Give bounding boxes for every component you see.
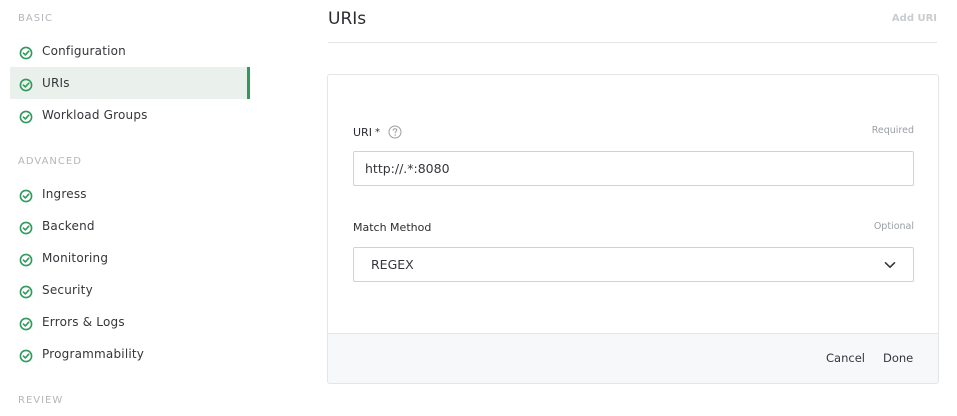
sidebar-item-label: Workload Groups <box>42 108 148 122</box>
check-circle-icon <box>19 189 33 203</box>
match-method-select[interactable]: REGEX <box>353 247 914 282</box>
check-circle-icon <box>19 110 33 124</box>
sidebar-item-label: Ingress <box>42 187 87 201</box>
sidebar-item-programmability[interactable]: Programmability <box>10 338 250 370</box>
sidebar-item-security[interactable]: Security <box>10 274 250 306</box>
sidebar-item-label: Monitoring <box>42 251 109 265</box>
uri-label-text: URI <box>353 125 372 139</box>
optional-tag: Optional <box>873 221 914 232</box>
sidebar-item-configuration[interactable]: Configuration <box>10 35 250 67</box>
check-circle-icon <box>19 349 33 363</box>
check-circle-icon <box>19 46 33 60</box>
app-root: BASIC Configuration URIs Workload Groups… <box>0 0 957 416</box>
sidebar-item-errors-logs[interactable]: Errors & Logs <box>10 306 250 338</box>
sidebar-item-backend[interactable]: Backend <box>10 210 250 242</box>
page-title: URIs <box>328 9 367 29</box>
required-asterisk: * <box>374 126 380 138</box>
required-tag: Required <box>871 125 914 136</box>
sidebar-item-label: Errors & Logs <box>42 315 125 329</box>
cancel-button[interactable]: Cancel <box>826 351 865 365</box>
match-method-value: REGEX <box>371 257 414 272</box>
chevron-down-icon <box>884 261 896 268</box>
sidebar-item-label: Configuration <box>42 44 126 58</box>
sidebar: BASIC Configuration URIs Workload Groups… <box>0 0 260 416</box>
uri-input[interactable] <box>353 151 914 186</box>
check-circle-icon <box>19 285 33 299</box>
help-icon[interactable] <box>388 125 402 139</box>
add-uri-button[interactable]: Add URI <box>892 13 937 24</box>
sidebar-item-label: Backend <box>42 219 95 233</box>
sidebar-item-uris[interactable]: URIs <box>10 67 250 99</box>
match-method-label: Match Method <box>353 221 431 234</box>
check-circle-icon <box>19 78 33 92</box>
uri-field-label: URI * <box>353 125 402 139</box>
match-method-label-text: Match Method <box>353 221 432 234</box>
check-circle-icon <box>19 317 33 331</box>
sidebar-item-label: URIs <box>42 76 70 90</box>
sidebar-item-label: Security <box>42 283 93 297</box>
check-circle-icon <box>19 221 33 235</box>
sidebar-item-ingress[interactable]: Ingress <box>10 178 250 210</box>
sidebar-item-workload-groups[interactable]: Workload Groups <box>10 99 250 131</box>
sidebar-item-label: Programmability <box>42 347 145 361</box>
card-footer: Cancel Done <box>328 333 938 383</box>
done-button[interactable]: Done <box>883 351 913 365</box>
section-label-basic: BASIC <box>18 13 53 24</box>
title-divider <box>328 42 937 43</box>
check-circle-icon <box>19 253 33 267</box>
section-label-review: REVIEW <box>18 395 64 406</box>
uri-form-card: URI * Required Match Method Optional REG… <box>327 74 939 384</box>
sidebar-item-monitoring[interactable]: Monitoring <box>10 242 250 274</box>
section-label-advanced: ADVANCED <box>18 156 82 167</box>
